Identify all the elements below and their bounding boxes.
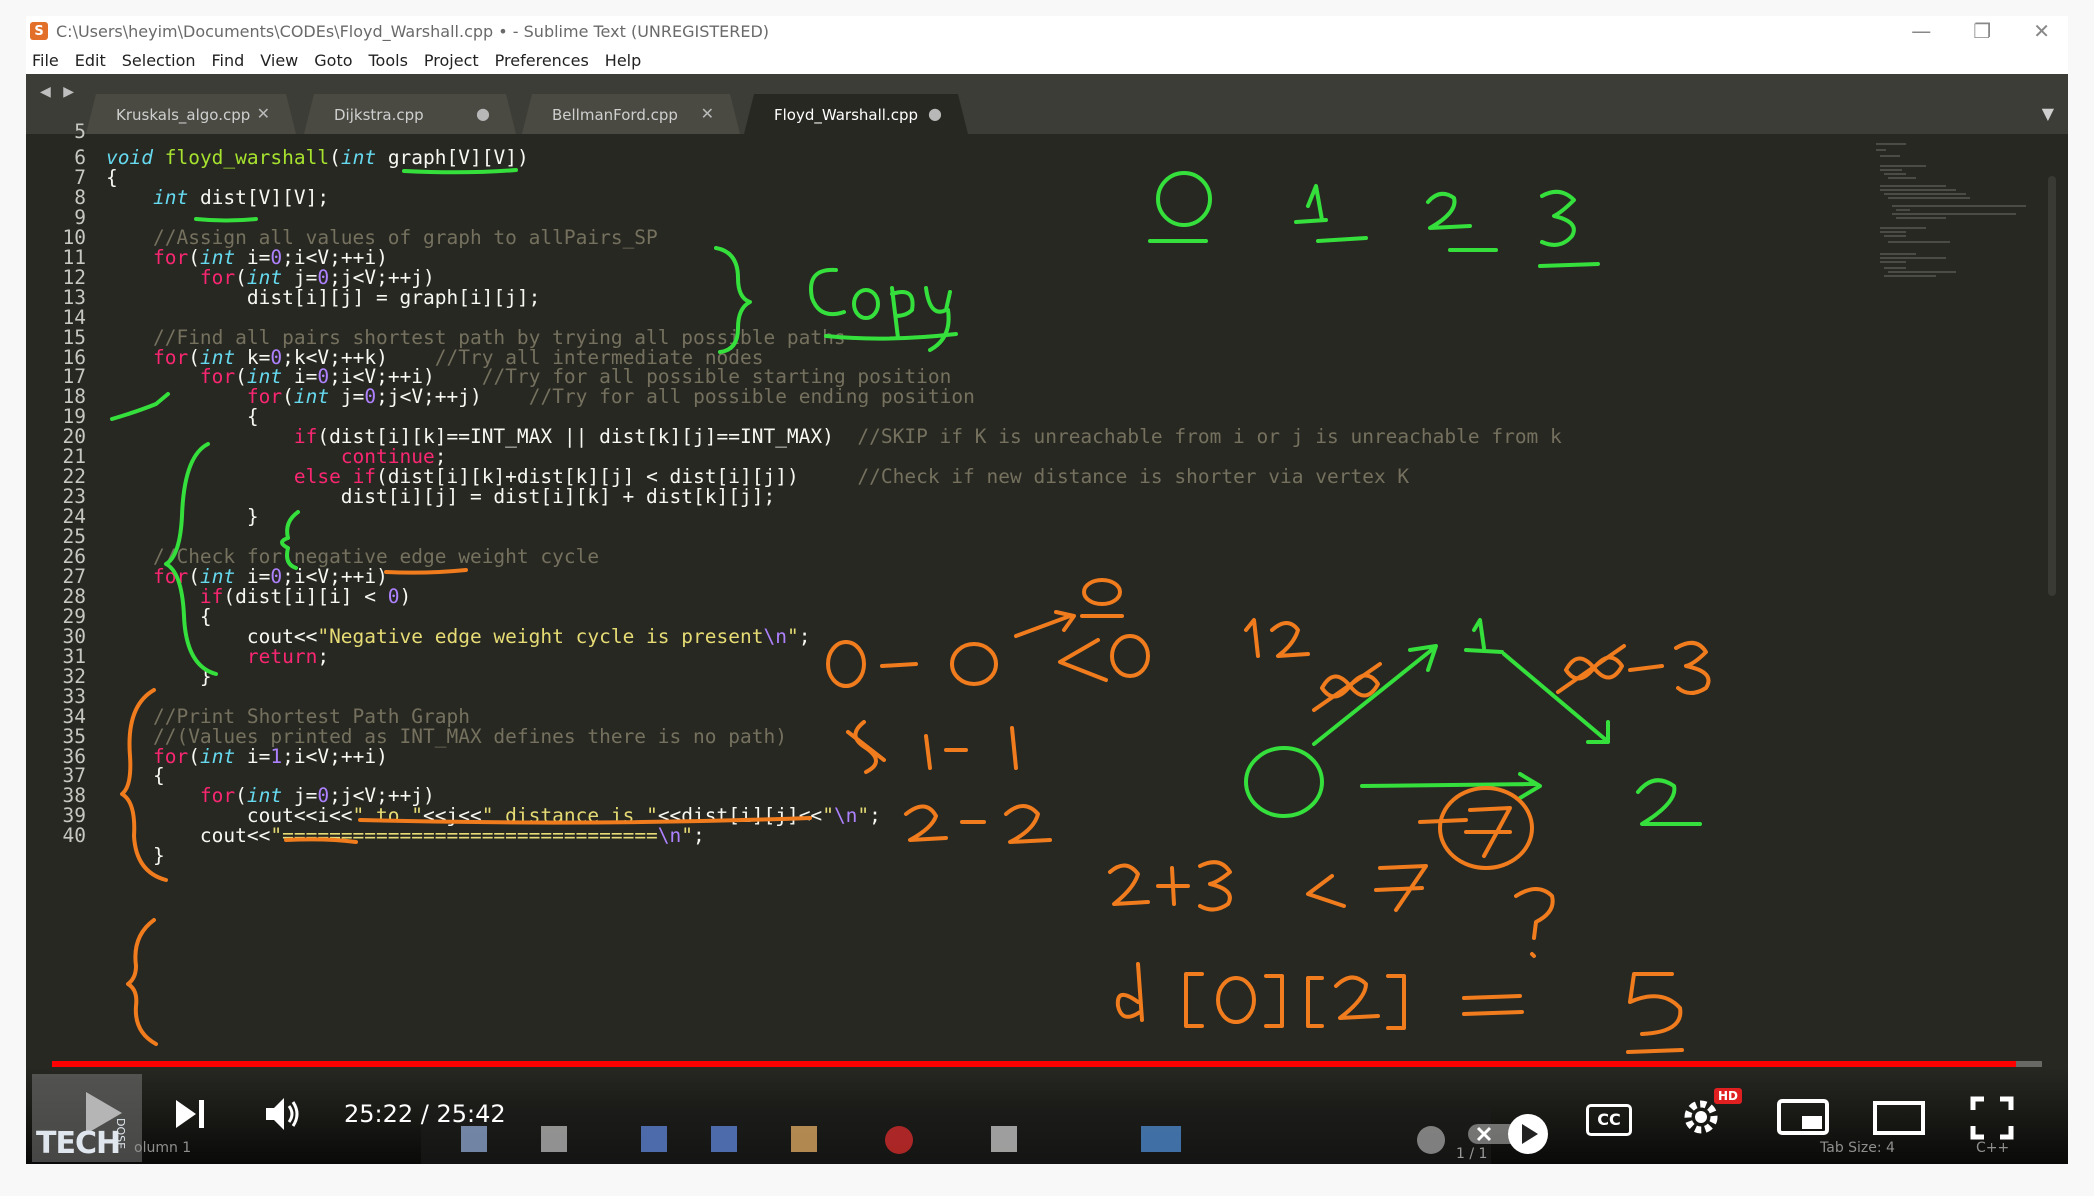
orange-note-3 <box>1674 640 1711 695</box>
vertex-label-3 <box>1538 189 1600 268</box>
underline-graph <box>402 168 518 175</box>
underline-continue <box>384 568 468 575</box>
orange-question <box>1514 887 1555 958</box>
orange-infinity-2 <box>1556 644 1664 694</box>
orange-weight-7 <box>1418 786 1534 870</box>
graph-node-2 <box>1636 778 1702 826</box>
vertex-label-0 <box>1148 171 1212 243</box>
underline-return <box>284 837 358 844</box>
volume-icon[interactable] <box>262 1094 302 1134</box>
brace-loops <box>164 442 218 676</box>
vertex-label-1 <box>1294 184 1368 243</box>
orange-note-d02-5 <box>1115 962 1684 1054</box>
next-icon[interactable] <box>172 1096 208 1132</box>
syntax-language[interactable]: C++ <box>1976 1140 2009 1156</box>
orange-note-lt7 <box>1306 864 1428 912</box>
sublime-window: S C:\Users\heyim\Documents\CODEs\Floyd_W… <box>26 16 2068 1164</box>
handwritten-annotations <box>110 168 1711 1054</box>
page-indicator: 1 / 1 <box>1456 1146 1488 1162</box>
theater-mode-icon[interactable] <box>1872 1100 1926 1136</box>
time-display: 25:22 / 25:42 <box>344 1100 506 1128</box>
progress-fill <box>52 1061 2017 1067</box>
progress-bar[interactable] <box>52 1061 2042 1067</box>
orange-note-12 <box>1244 618 1310 658</box>
hd-badge: HD <box>1714 1088 1743 1104</box>
orange-note-2-2 <box>904 804 1052 844</box>
brace-copy <box>714 246 752 354</box>
graph-node-0 <box>1244 746 1324 818</box>
graph-node-1 <box>1464 618 1504 654</box>
cursor-position: olumn 1 <box>134 1140 192 1156</box>
orange-sketch-0-0 <box>826 578 1150 688</box>
orange-note-1-1 <box>846 720 1018 774</box>
status-bar: olumn 1 1 / 1 Tab Size: 4 C++ <box>26 1136 2068 1164</box>
fullscreen-icon[interactable] <box>1970 1096 2014 1140</box>
vertex-label-2 <box>1426 191 1498 252</box>
tick-mark <box>110 392 170 421</box>
miniplayer-icon[interactable] <box>1776 1098 1830 1136</box>
brace-print <box>126 918 158 1046</box>
orange-infinity-1 <box>1312 662 1382 712</box>
underline-dist <box>194 217 258 223</box>
brace-inner <box>280 510 300 570</box>
tab-size[interactable]: Tab Size: 4 <box>1820 1140 1895 1156</box>
captions-button[interactable]: CC <box>1586 1104 1632 1136</box>
brace-check-cycle <box>120 688 168 882</box>
copy-note <box>809 267 958 352</box>
underline-negative-cycle <box>358 816 812 825</box>
orange-note-2plus3 <box>1108 860 1232 912</box>
